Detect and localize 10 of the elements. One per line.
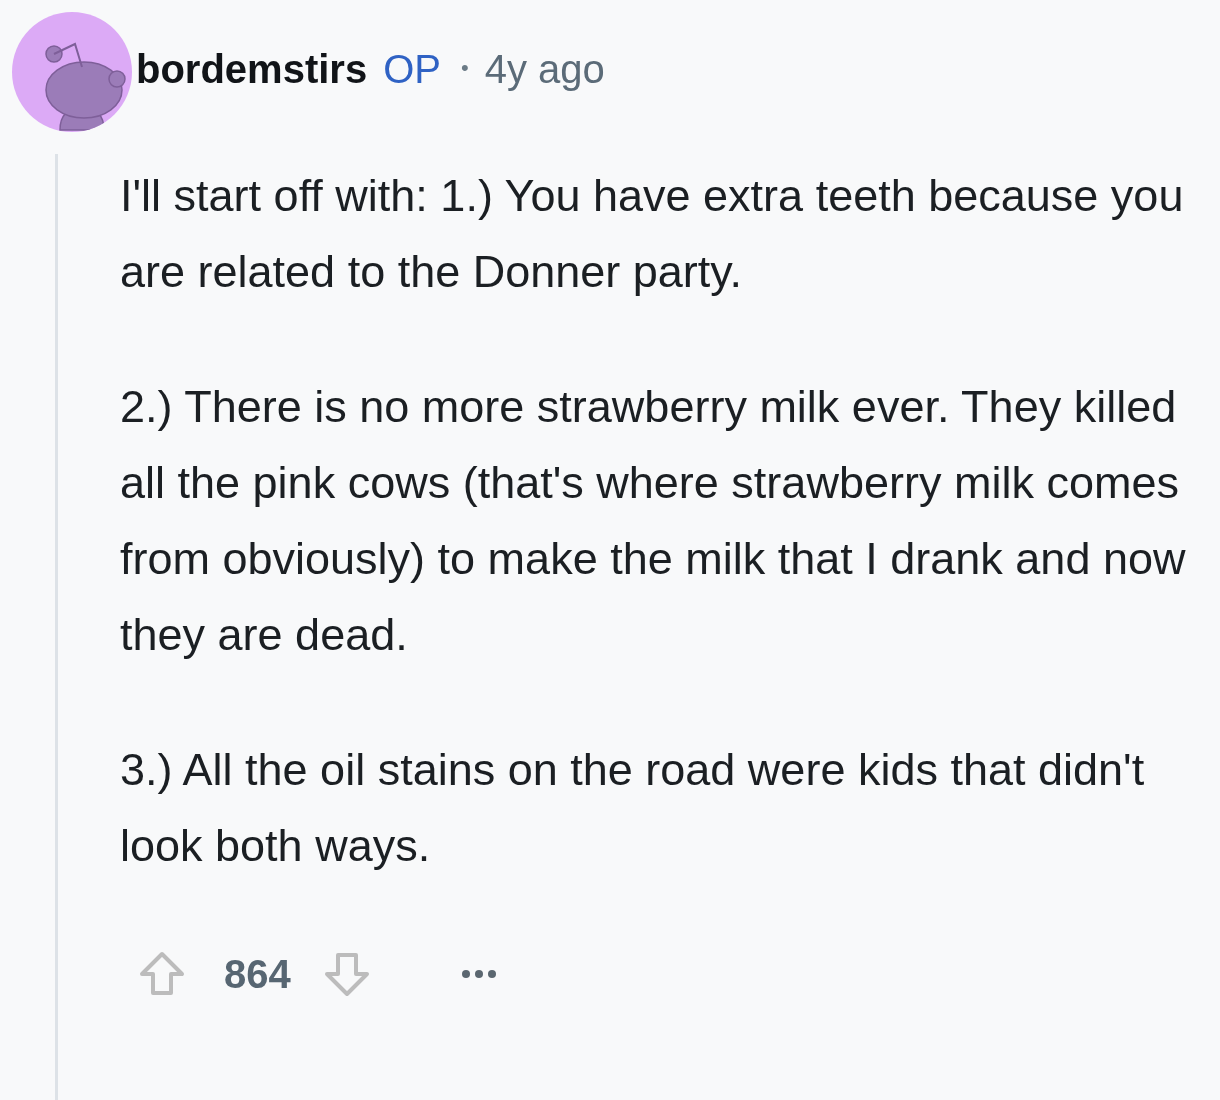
username[interactable]: bordemstirs <box>136 39 368 99</box>
avatar-icon[interactable] <box>12 12 132 132</box>
separator: • <box>460 54 469 82</box>
op-label: OP <box>383 46 441 93</box>
vote-count: 864 <box>224 951 291 998</box>
comment-paragraph: 2.) There is no more strawberry milk ever. They killed all the pink cows (that's where strawberry milk comes from obviously) to make the milk that I drank and now they are dead. <box>120 380 1187 662</box>
comment-paragraph: I'll start off with: 1.) You have extra teeth because you are related to the Donner party. <box>120 169 1185 299</box>
comment-paragraph: 3.) All the oil stains on the road were kids that didn't look both ways. <box>120 743 1146 873</box>
timestamp: 4y ago <box>484 46 605 93</box>
more-icon <box>460 969 497 979</box>
